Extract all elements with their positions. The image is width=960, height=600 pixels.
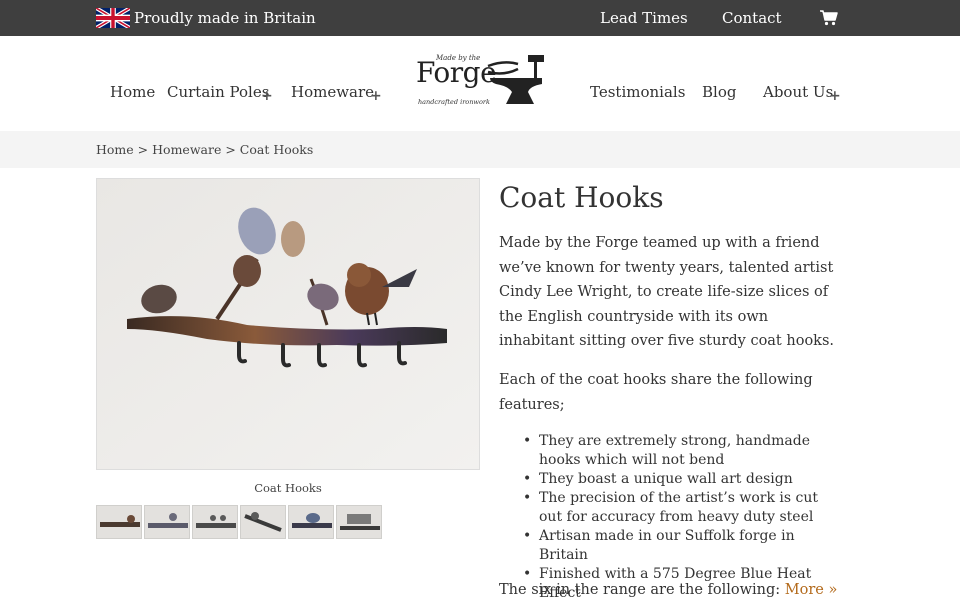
thumbnail-2[interactable]	[144, 505, 190, 539]
product-intro: Made by the Forge teamed up with a frien…	[499, 235, 835, 349]
site-logo[interactable]: Made by the Forge handcrafted ironwork	[414, 50, 548, 112]
features-list: They are extremely strong, handmade hook…	[523, 432, 844, 600]
features-intro: Each of the coat hooks share the followi…	[499, 372, 813, 413]
shopping-cart-icon[interactable]	[820, 10, 838, 26]
lead-times-link[interactable]: Lead Times	[600, 9, 688, 27]
image-caption: Coat Hooks	[254, 481, 322, 495]
logo-tagline: handcrafted ironwork	[418, 98, 490, 106]
breadcrumb-separator: >	[225, 142, 236, 157]
homeware-expand-icon[interactable]: +	[370, 88, 382, 104]
nav-blog[interactable]: Blog	[702, 83, 736, 101]
range-text-line: The six in the range are the following: …	[499, 578, 844, 600]
breadcrumb-bar: Home > Homeware > Coat Hooks	[0, 131, 960, 168]
nav-curtain-poles[interactable]: Curtain Poles	[167, 83, 269, 101]
thumbnail-3[interactable]	[192, 505, 238, 539]
breadcrumb-homeware[interactable]: Homeware	[152, 142, 221, 157]
range-text: The six in the range are the following:	[499, 582, 781, 598]
nav-testimonials[interactable]: Testimonials	[590, 83, 685, 101]
feature-item: They are extremely strong, handmade hook…	[523, 432, 844, 470]
uk-flag-icon	[96, 8, 130, 28]
curtain-poles-expand-icon[interactable]: +	[261, 88, 273, 104]
breadcrumb-current: Coat Hooks	[239, 142, 314, 157]
made-in-britain-text: Proudly made in Britain	[134, 9, 316, 27]
nav-about-us[interactable]: About Us	[763, 83, 833, 101]
more-link[interactable]: More »	[785, 582, 838, 598]
nav-home[interactable]: Home	[110, 83, 155, 101]
breadcrumb-separator: >	[137, 142, 149, 157]
contact-link[interactable]: Contact	[722, 9, 782, 27]
thumbnail-6[interactable]	[336, 505, 382, 539]
about-us-expand-icon[interactable]: +	[829, 88, 841, 104]
breadcrumb-home[interactable]: Home	[96, 142, 134, 157]
thumbnail-4[interactable]	[240, 505, 286, 539]
product-title: Coat Hooks	[499, 181, 664, 214]
nav-homeware[interactable]: Homeware	[291, 83, 374, 101]
top-bar: Proudly made in Britain Lead Times Conta…	[0, 0, 960, 36]
product-main-image[interactable]	[96, 178, 480, 470]
thumbnail-1[interactable]	[96, 505, 142, 539]
anvil-icon	[487, 55, 544, 104]
feature-item: They boast a unique wall art design	[523, 470, 844, 489]
thumbnail-5[interactable]	[288, 505, 334, 539]
feature-item: The precision of the artist’s work is cu…	[523, 489, 844, 527]
feature-item: Artisan made in our Suffolk forge in Bri…	[523, 527, 844, 565]
breadcrumb: Home > Homeware > Coat Hooks	[96, 142, 313, 157]
